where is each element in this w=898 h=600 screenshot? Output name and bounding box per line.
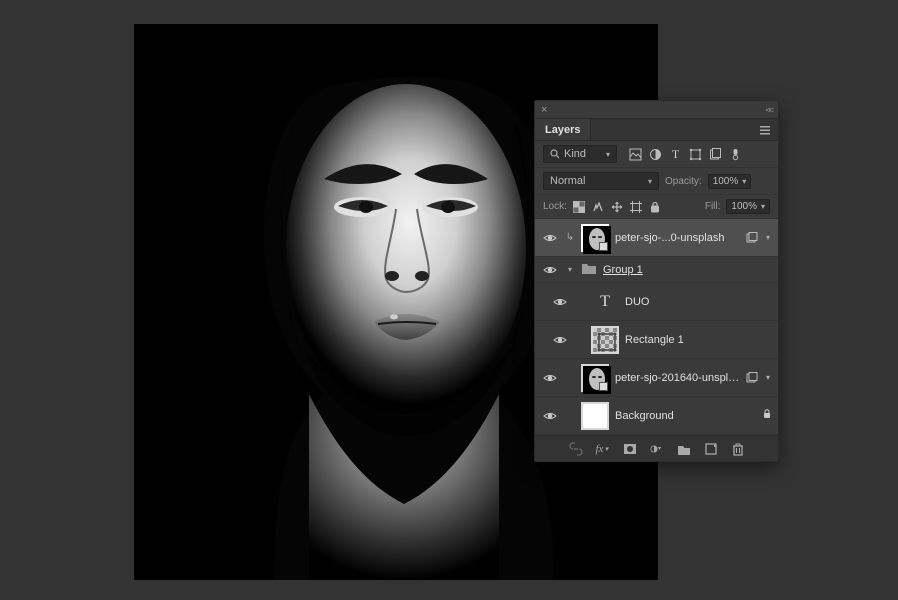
chevron-down-icon[interactable]: ▾ (764, 233, 772, 242)
panel-tabs: Layers (535, 119, 778, 141)
visibility-toggle[interactable] (541, 263, 559, 277)
close-icon[interactable]: × (541, 104, 547, 116)
smartobject-icon (746, 232, 758, 244)
disclosure-triangle[interactable]: ▾ (565, 265, 575, 274)
delete-layer-icon[interactable] (731, 442, 745, 456)
layer-name[interactable]: Rectangle 1 (625, 334, 772, 346)
filter-type-icon[interactable]: T (669, 148, 682, 161)
layer-row[interactable]: peter-sjo-201640-unsplash ▾ (535, 359, 778, 397)
chevron-down-icon[interactable]: ▾ (764, 373, 772, 382)
filter-type-dropdown[interactable]: Kind ▾ (543, 145, 617, 163)
layer-name[interactable]: DUO (625, 296, 772, 308)
layers-list: ↳ peter-sjo-...0-unsplash ▾ ▾ Group 1 T … (535, 219, 778, 435)
layer-mask-icon[interactable] (623, 442, 637, 456)
clipping-mask-indicator: ↳ (565, 232, 575, 243)
layer-thumbnail[interactable] (581, 364, 609, 392)
panel-menu-icon[interactable] (758, 123, 772, 137)
smartobject-badge (599, 382, 608, 391)
lock-icon (762, 409, 772, 422)
layer-name[interactable]: peter-sjo-...0-unsplash (615, 232, 740, 244)
opacity-value: 100% (713, 176, 739, 187)
filter-smartobject-icon[interactable] (709, 148, 722, 161)
chevron-down-icon: ▾ (742, 177, 746, 186)
opacity-label: Opacity: (665, 176, 702, 187)
lock-image-icon[interactable] (592, 201, 604, 213)
chevron-down-icon: ▾ (606, 150, 610, 159)
layer-thumbnail[interactable] (591, 326, 619, 354)
layer-row[interactable]: ↳ peter-sjo-...0-unsplash ▾ (535, 219, 778, 257)
visibility-toggle[interactable] (541, 409, 559, 423)
lock-all-icon[interactable] (649, 201, 661, 213)
smartobject-icon (746, 372, 758, 384)
fill-field[interactable]: 100% ▾ (726, 199, 770, 214)
blend-mode-value: Normal (550, 175, 585, 187)
layer-row[interactable]: ▾ Group 1 (535, 257, 778, 283)
layer-name[interactable]: Background (615, 410, 756, 422)
new-group-icon[interactable] (677, 442, 691, 456)
lock-transparency-icon[interactable] (573, 201, 585, 213)
layer-style-icon[interactable]: fx▾ (596, 442, 610, 456)
panel-titlebar: × << (535, 101, 778, 119)
collapse-icon[interactable]: << (765, 105, 772, 115)
fill-label: Fill: (705, 201, 721, 212)
new-layer-icon[interactable] (704, 442, 718, 456)
visibility-toggle[interactable] (551, 295, 569, 309)
filter-row: Kind ▾ T (535, 141, 778, 168)
blend-row: Normal ▾ Opacity: 100% ▾ (535, 168, 778, 195)
panel-bottom-toolbar: fx▾ ▾ (535, 435, 778, 461)
smartobject-badge (599, 242, 608, 251)
visibility-toggle[interactable] (541, 231, 559, 245)
layer-name[interactable]: Group 1 (603, 264, 772, 276)
layer-row[interactable]: Rectangle 1 (535, 321, 778, 359)
adjustment-layer-icon[interactable]: ▾ (650, 442, 664, 456)
type-layer-icon: T (591, 293, 619, 311)
blend-mode-dropdown[interactable]: Normal ▾ (543, 172, 659, 190)
layer-thumbnail[interactable] (581, 402, 609, 430)
filter-toggle-icon[interactable] (729, 148, 742, 161)
lock-row: Lock: Fill: 100% ▾ (535, 195, 778, 219)
filter-type-icons: T (629, 148, 742, 161)
lock-position-icon[interactable] (611, 201, 623, 213)
tab-layers[interactable]: Layers (535, 119, 591, 140)
layer-name[interactable]: peter-sjo-201640-unsplash (615, 372, 740, 384)
filter-pixel-icon[interactable] (629, 148, 642, 161)
filter-adjustment-icon[interactable] (649, 148, 662, 161)
layer-row[interactable]: Background (535, 397, 778, 435)
visibility-toggle[interactable] (551, 333, 569, 347)
filter-shape-icon[interactable] (689, 148, 702, 161)
lock-artboard-icon[interactable] (630, 201, 642, 213)
layer-row[interactable]: T DUO (535, 283, 778, 321)
filter-label: Kind (564, 148, 586, 160)
layers-panel: × << Layers Kind ▾ T Normal ▾ Opacity: (534, 100, 779, 462)
chevron-down-icon: ▾ (648, 177, 652, 186)
opacity-field[interactable]: 100% ▾ (708, 174, 752, 189)
lock-label: Lock: (543, 201, 567, 212)
fill-value: 100% (731, 201, 757, 212)
link-layers-icon[interactable] (569, 442, 583, 456)
search-icon (550, 149, 560, 159)
folder-icon (581, 261, 597, 278)
chevron-down-icon: ▾ (761, 202, 765, 211)
layer-thumbnail[interactable] (581, 224, 609, 252)
visibility-toggle[interactable] (541, 371, 559, 385)
